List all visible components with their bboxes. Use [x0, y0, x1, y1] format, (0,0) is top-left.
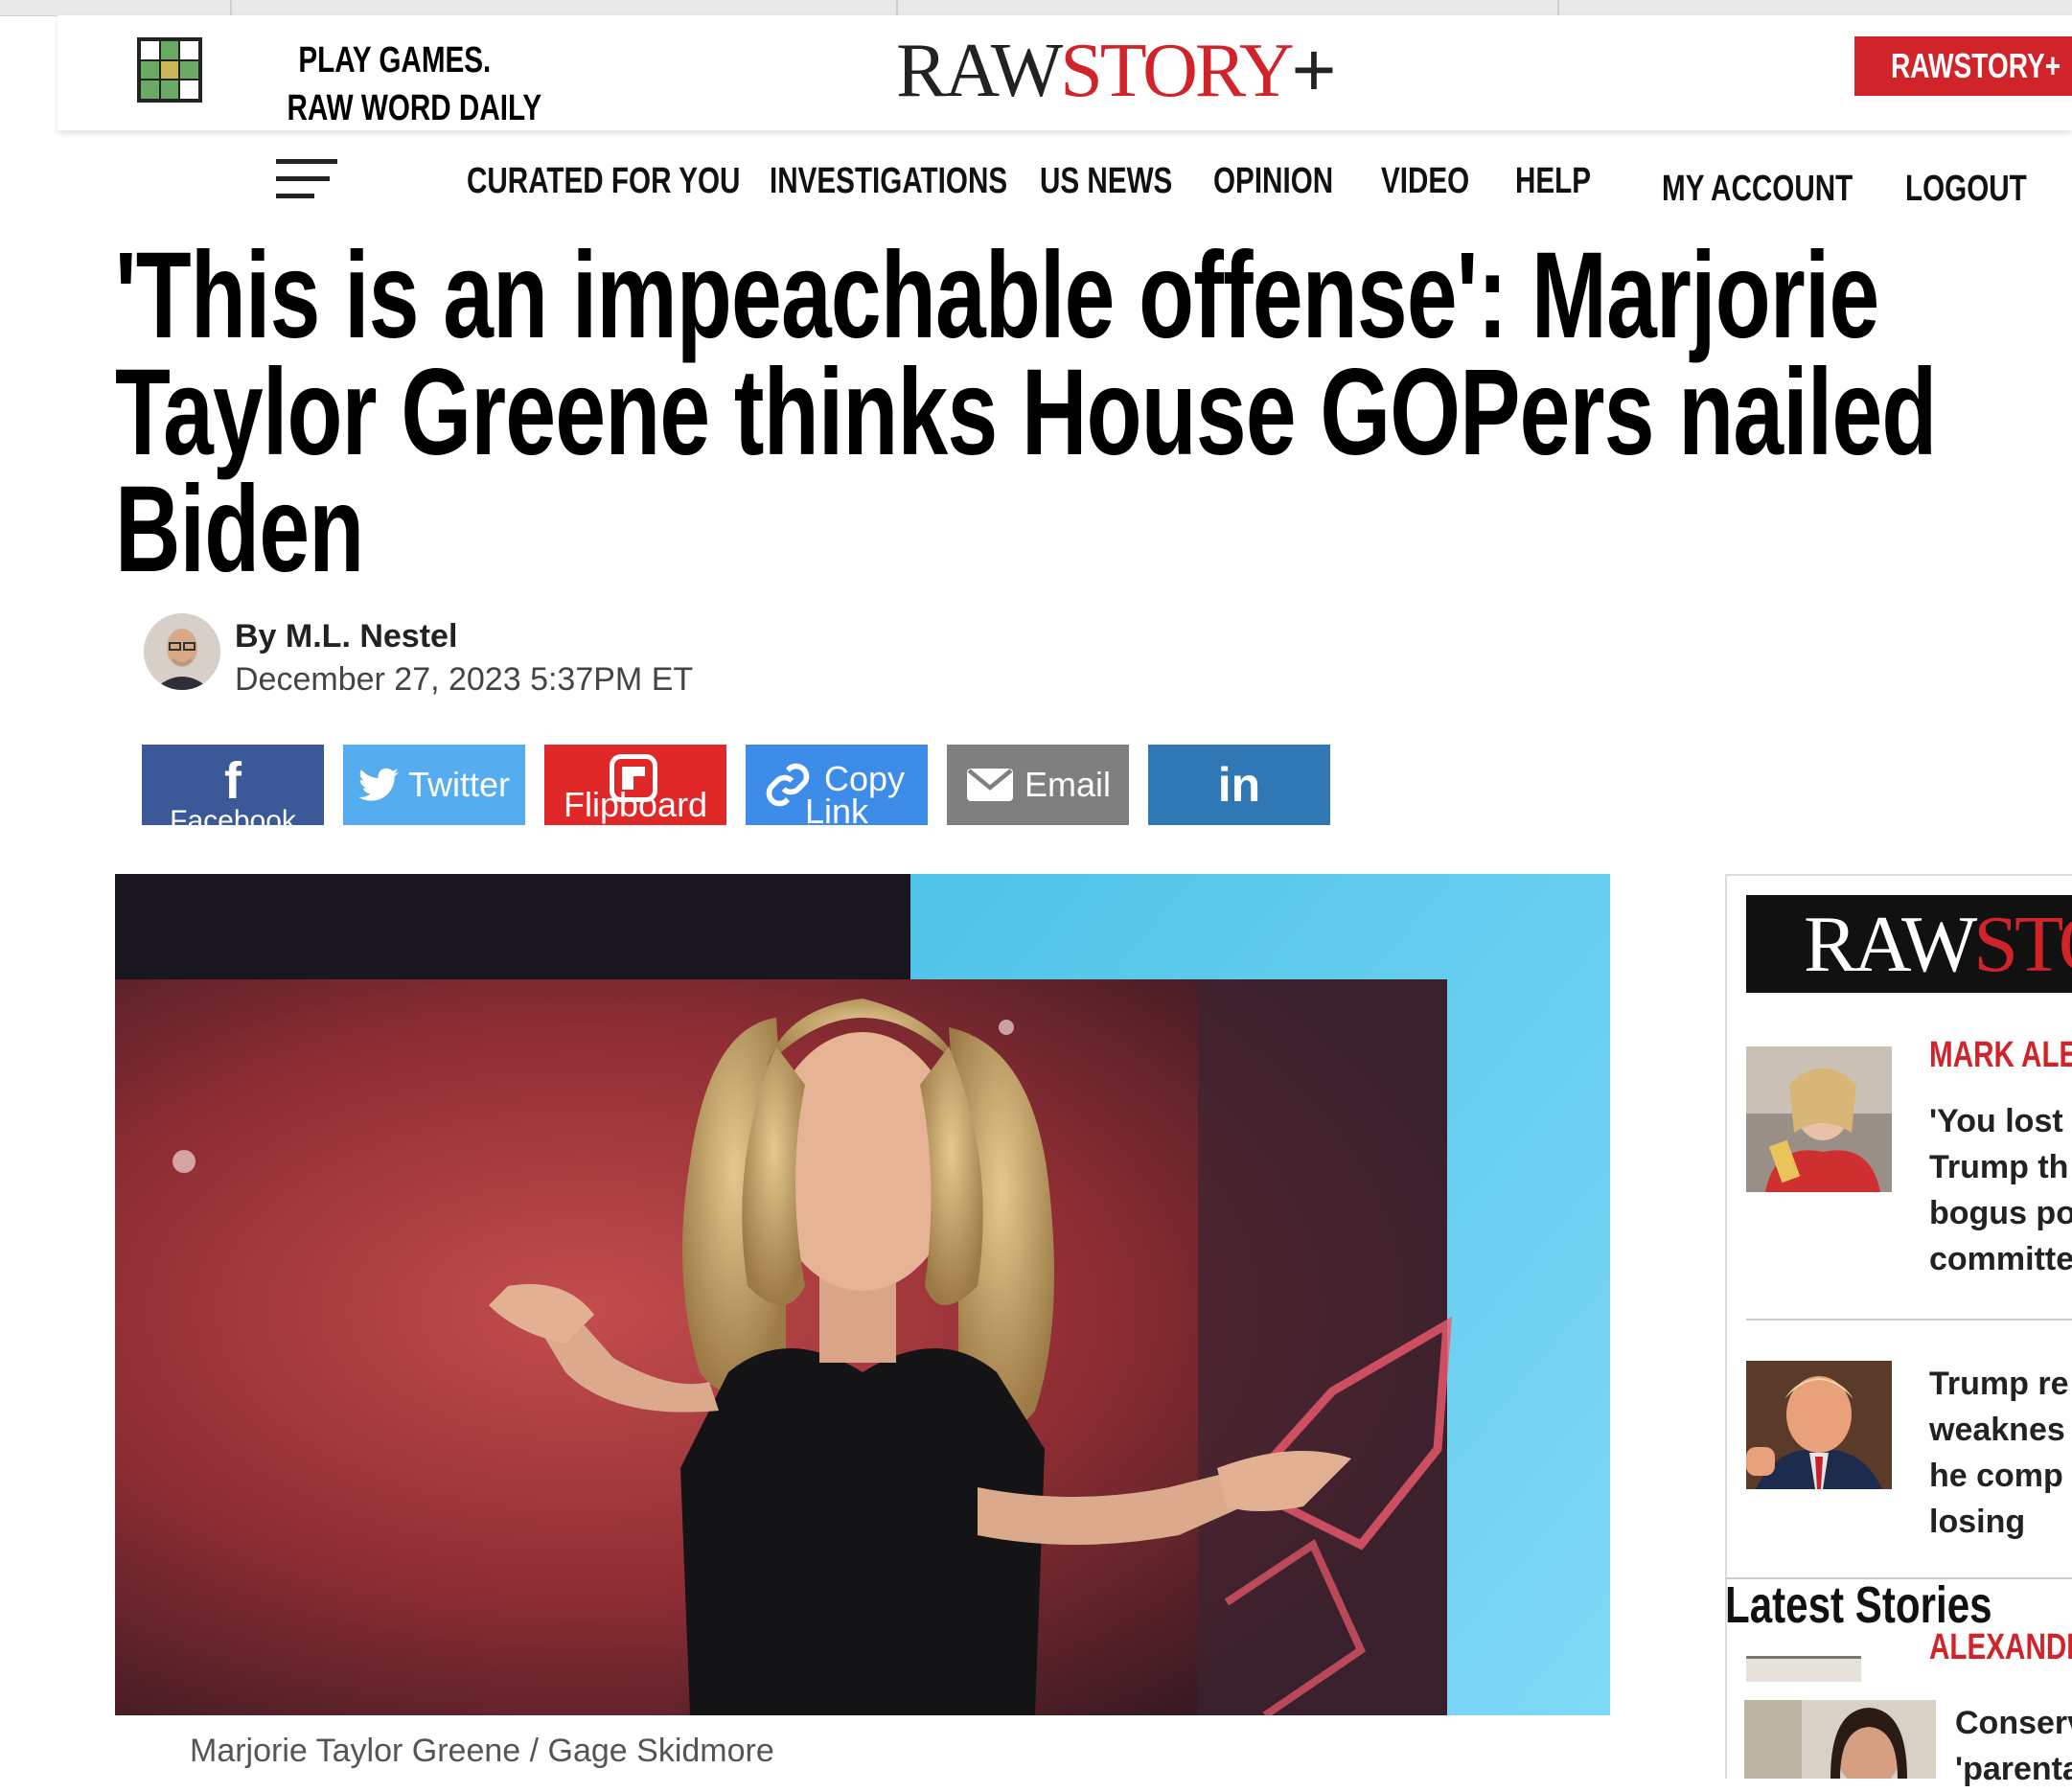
nav-help[interactable]: HELP — [1515, 157, 1612, 205]
sidebar-story-2-title-line[interactable]: weaknes — [1929, 1407, 2065, 1453]
nav-logout[interactable]: LOGOUT — [1905, 165, 2061, 213]
article-headline: 'This is an impeachable offense': Marjor… — [115, 227, 2013, 598]
share-linkedin-button[interactable]: in — [1148, 745, 1330, 825]
twitter-bird-icon — [357, 768, 399, 801]
sidebar-story-3-kicker[interactable]: ALEXANDR — [1929, 1627, 2072, 1668]
browser-tab-strip — [0, 0, 2072, 16]
sidebar-story-4-title-line[interactable]: 'parenta — [1955, 1746, 2072, 1792]
link-label: Link — [805, 792, 869, 826]
nav-label: HELP — [1515, 161, 1592, 201]
word-game-grid-icon[interactable] — [137, 37, 202, 103]
article-hero-image — [115, 874, 1610, 1715]
sidebar-story-2-title-line[interactable]: he comp — [1929, 1453, 2063, 1499]
share-email-button[interactable]: Email — [947, 745, 1129, 825]
headline-text: 'This is an impeachable offense': Marjor… — [115, 227, 1937, 598]
sidebar-story-4-title-line[interactable]: Conserv — [1955, 1700, 2072, 1746]
nav-label: OPINION — [1213, 161, 1334, 201]
linkedin-icon: in — [1217, 758, 1261, 812]
nav-label: VIDEO — [1381, 161, 1470, 201]
rawstory-plus-button[interactable]: RAWSTORY+ — [1854, 36, 2072, 96]
nav-investigations[interactable]: INVESTIGATIONS — [770, 157, 1074, 205]
sidebar-story-1-thumbnail[interactable] — [1746, 1046, 1892, 1192]
kicker-text: ALEXANDR — [1929, 1627, 2072, 1667]
sidebar-story-3-thumbnail[interactable] — [1746, 1656, 1861, 1682]
image-caption: Marjorie Taylor Greene / Gage Skidmore — [190, 1733, 774, 1769]
sidebar-story-1-title-line[interactable]: 'You lost — [1929, 1098, 2063, 1144]
nav-my-account[interactable]: MY ACCOUNT — [1662, 165, 1906, 213]
share-twitter-button[interactable]: Twitter — [343, 745, 525, 825]
sidebar-story-2-title-line[interactable]: losing — [1929, 1499, 2025, 1545]
sidebar-story-1-kicker[interactable]: MARK ALE — [1929, 1035, 2072, 1076]
flipboard-label: Flipboard — [564, 785, 708, 824]
nav-curated-for-you[interactable]: CURATED FOR YOU — [467, 157, 817, 205]
nav-label: MY ACCOUNT — [1662, 169, 1853, 209]
share-facebook-button[interactable]: f Facebook — [142, 745, 324, 825]
twitter-label: Twitter — [407, 765, 510, 804]
sidebar-story-1-title-line[interactable]: committe — [1929, 1236, 2072, 1282]
author-avatar[interactable] — [144, 613, 220, 690]
nav-label: US NEWS — [1040, 161, 1173, 201]
sidebar-story-1-title-line[interactable]: Trump th — [1929, 1144, 2068, 1190]
email-envelope-icon — [966, 769, 1013, 801]
latest-stories-text: Latest Stories — [1725, 1576, 1992, 1634]
promo-line-1: PLAY GAMES. — [298, 40, 492, 80]
sidebar-story-1-title-line[interactable]: bogus po — [1929, 1190, 2072, 1236]
sidebar-story-4-thumbnail[interactable] — [1744, 1700, 1936, 1779]
sidebar-logo-story: STO — [1973, 900, 2072, 989]
sidebar-logo-raw: RAW — [1804, 900, 1977, 989]
rawstory-plus-logo[interactable]: RAWSTORY+ — [896, 27, 1337, 114]
nav-label: LOGOUT — [1905, 169, 2027, 209]
rawstory-plus-button-label: RAWSTORY+ — [1891, 46, 2061, 85]
sidebar-story-2-thumbnail[interactable] — [1746, 1361, 1892, 1489]
menu-icon[interactable] — [276, 159, 337, 201]
sidebar-divider — [1746, 1319, 2072, 1321]
share-flipboard-button[interactable]: Flipboard — [544, 745, 726, 825]
nav-video[interactable]: VIDEO — [1381, 157, 1494, 205]
article-author[interactable]: By M.L. Nestel — [235, 618, 457, 655]
nav-us-news[interactable]: US NEWS — [1040, 157, 1209, 205]
share-copy-link-button[interactable]: Copy Link — [746, 745, 928, 825]
sidebar-rawstory-logo[interactable]: RAWSTO — [1746, 895, 2072, 993]
nav-label: INVESTIGATIONS — [770, 161, 1008, 201]
article-date: December 27, 2023 5:37PM ET — [235, 661, 694, 698]
raw-word-daily-promo[interactable]: PLAY GAMES. RAW WORD DAILY — [251, 36, 542, 132]
nav-opinion[interactable]: OPINION — [1213, 157, 1367, 205]
logo-story-text: STORY — [1060, 29, 1294, 113]
sidebar-story-2-title-line[interactable]: Trump re — [1929, 1361, 2068, 1407]
nav-label: CURATED FOR YOU — [467, 161, 741, 201]
logo-raw-text: RAW — [896, 29, 1063, 113]
promo-line-2: RAW WORD DAILY — [287, 88, 542, 128]
latest-stories-heading: Latest Stories — [1725, 1575, 2067, 1635]
logo-plus-text: + — [1291, 27, 1337, 112]
facebook-icon: f — [224, 752, 242, 810]
email-label: Email — [1024, 765, 1112, 804]
facebook-label: Facebook — [170, 805, 296, 826]
kicker-text: MARK ALE — [1929, 1035, 2072, 1075]
